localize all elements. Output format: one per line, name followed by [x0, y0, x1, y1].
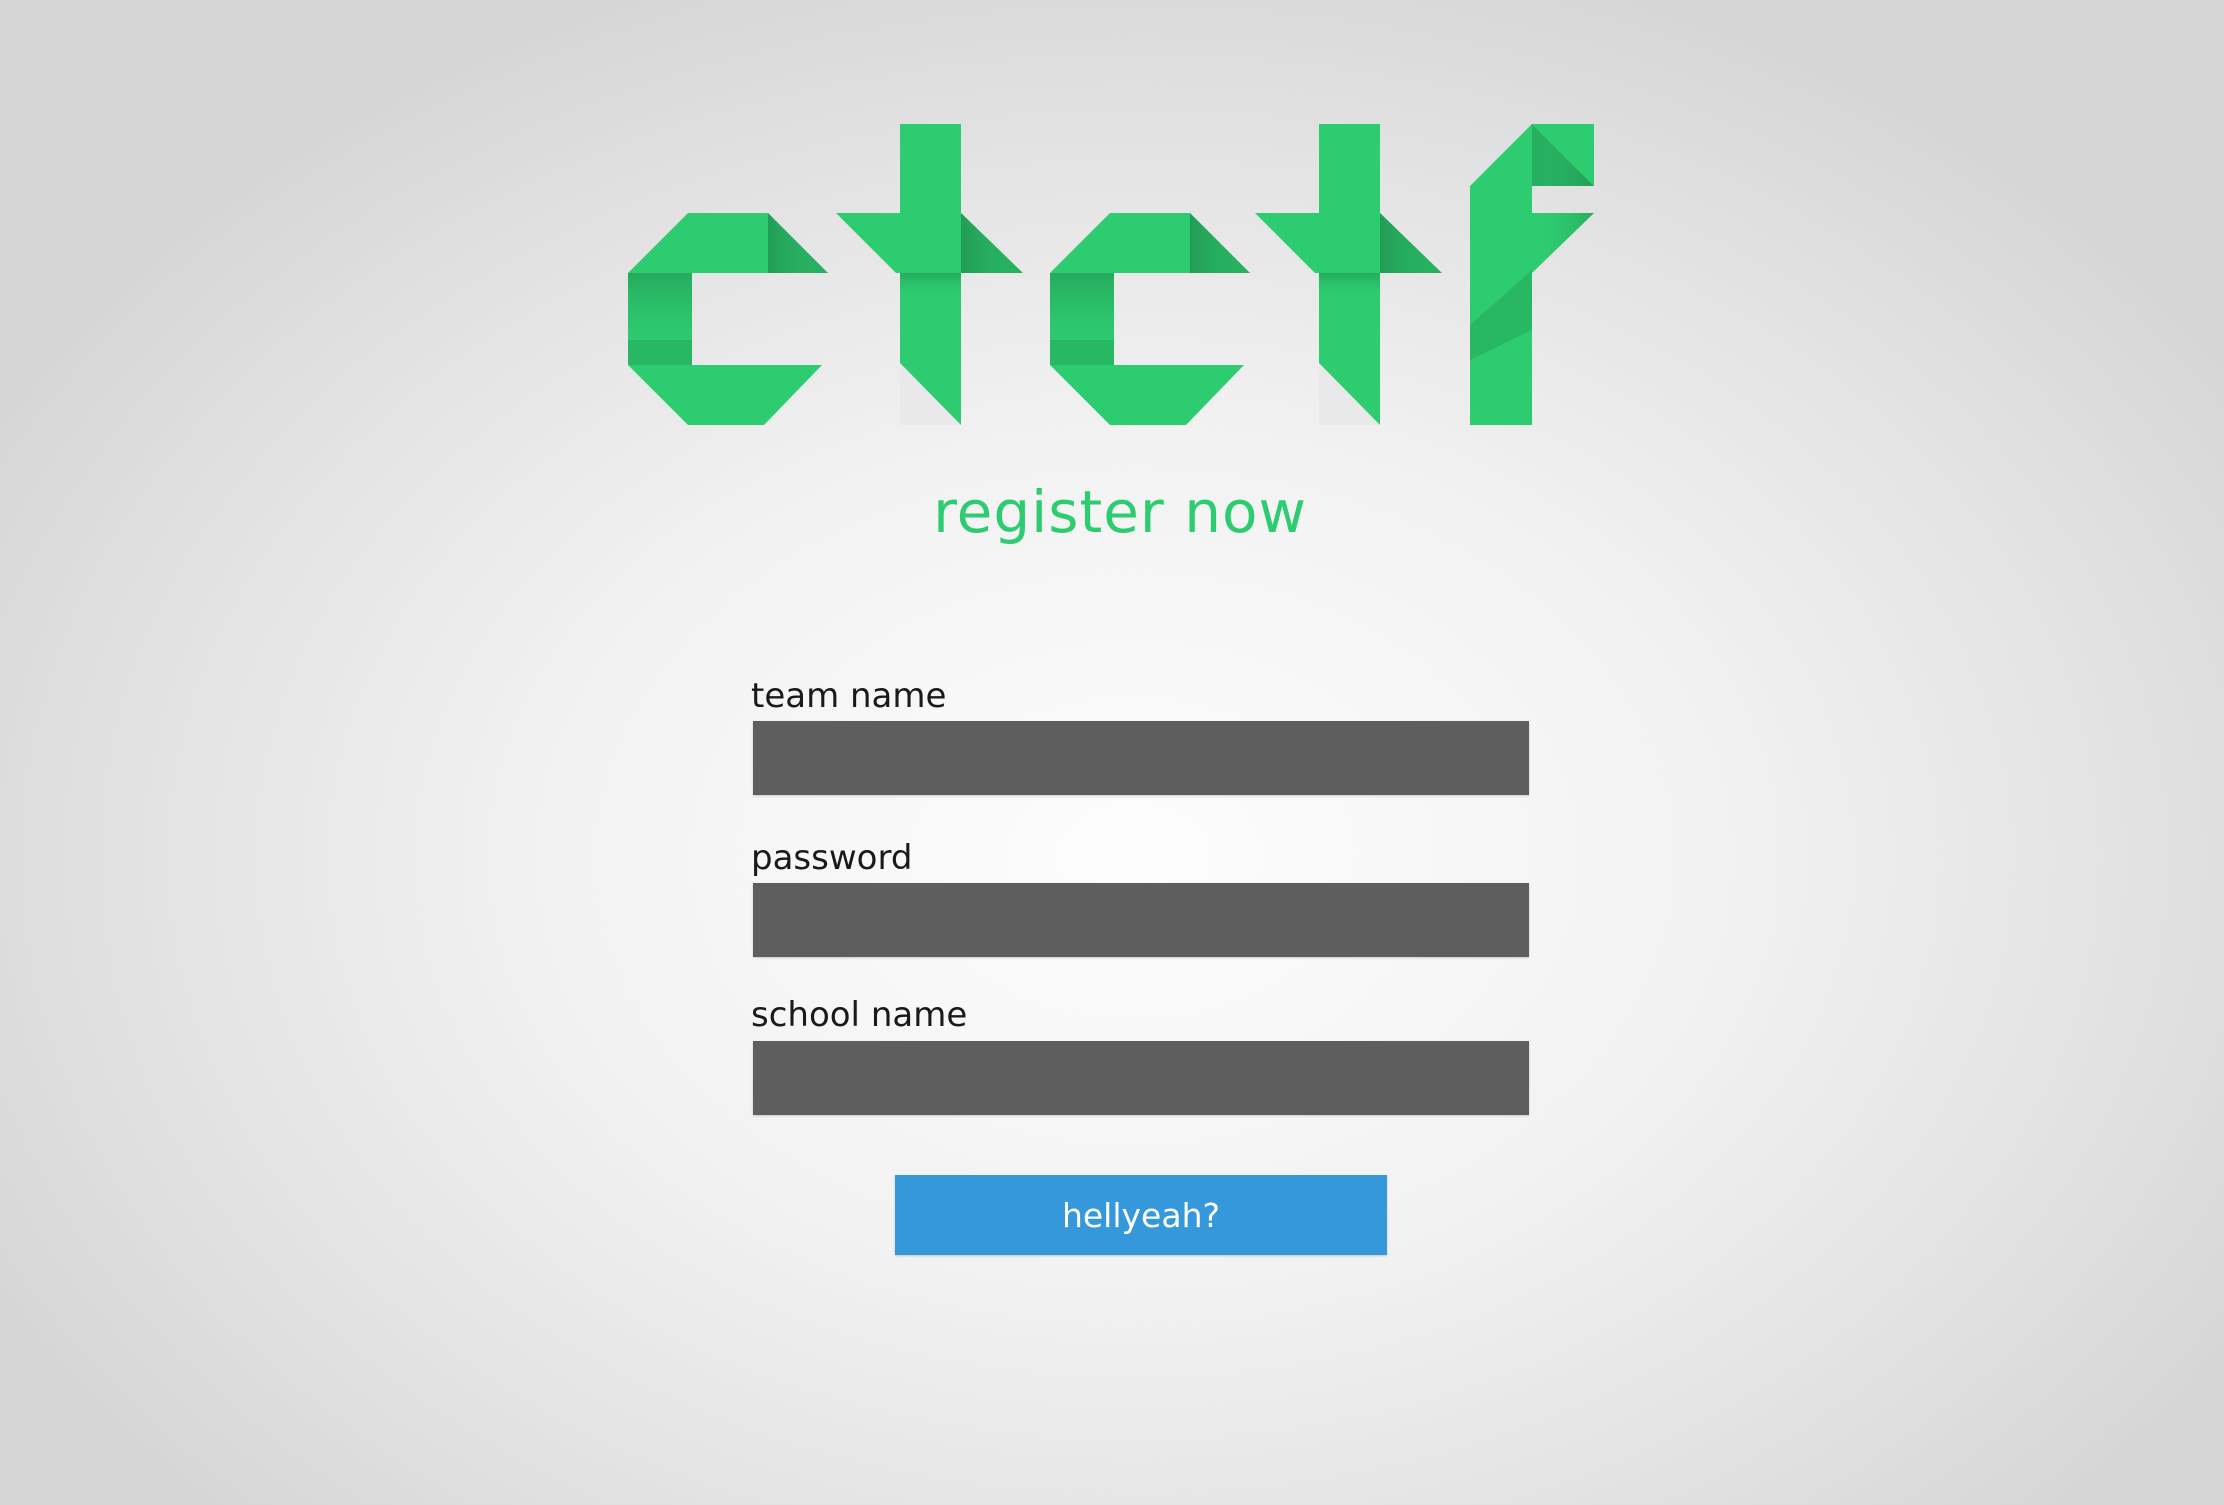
- register-form: team name password school name hellyeah?: [0, 0, 2224, 1505]
- submit-button[interactable]: hellyeah?: [895, 1175, 1387, 1255]
- school-name-label: school name: [751, 995, 968, 1035]
- password-input[interactable]: [753, 883, 1529, 957]
- school-name-input[interactable]: [753, 1041, 1529, 1115]
- team-name-input[interactable]: [753, 721, 1529, 795]
- password-label: password: [751, 838, 913, 878]
- team-name-label: team name: [751, 676, 947, 716]
